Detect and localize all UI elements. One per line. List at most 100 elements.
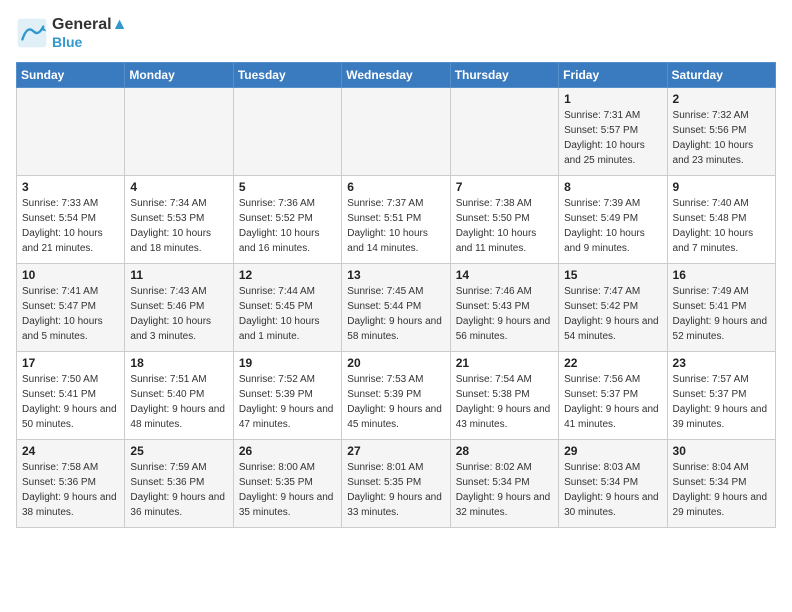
day-info: Sunrise: 7:54 AM Sunset: 5:38 PM Dayligh… bbox=[456, 372, 553, 432]
weekday-header-tuesday: Tuesday bbox=[233, 63, 341, 88]
day-number: 2 bbox=[673, 92, 770, 106]
day-number: 19 bbox=[239, 356, 336, 370]
day-number: 16 bbox=[673, 268, 770, 282]
day-number: 23 bbox=[673, 356, 770, 370]
day-info: Sunrise: 7:53 AM Sunset: 5:39 PM Dayligh… bbox=[347, 372, 444, 432]
day-info: Sunrise: 7:37 AM Sunset: 5:51 PM Dayligh… bbox=[347, 196, 444, 256]
calendar-cell bbox=[233, 88, 341, 176]
calendar-cell: 9 Sunrise: 7:40 AM Sunset: 5:48 PM Daylig… bbox=[667, 176, 775, 264]
calendar-cell: 23 Sunrise: 7:57 AM Sunset: 5:37 PM Dayli… bbox=[667, 352, 775, 440]
weekday-header-friday: Friday bbox=[559, 63, 667, 88]
day-info: Sunrise: 7:49 AM Sunset: 5:41 PM Dayligh… bbox=[673, 284, 770, 344]
day-info: Sunrise: 7:57 AM Sunset: 5:37 PM Dayligh… bbox=[673, 372, 770, 432]
calendar-cell bbox=[17, 88, 125, 176]
day-number: 3 bbox=[22, 180, 119, 194]
calendar-cell: 29 Sunrise: 8:03 AM Sunset: 5:34 PM Dayli… bbox=[559, 440, 667, 528]
day-info: Sunrise: 8:01 AM Sunset: 5:35 PM Dayligh… bbox=[347, 460, 444, 520]
calendar-cell: 28 Sunrise: 8:02 AM Sunset: 5:34 PM Dayli… bbox=[450, 440, 558, 528]
calendar-cell: 11Sunrise: 7:43 AM Sunset: 5:46 PM Dayli… bbox=[125, 264, 233, 352]
day-number: 10 bbox=[22, 268, 119, 282]
calendar-cell: 20Sunrise: 7:53 AM Sunset: 5:39 PM Dayli… bbox=[342, 352, 450, 440]
day-info: Sunrise: 7:56 AM Sunset: 5:37 PM Dayligh… bbox=[564, 372, 661, 432]
day-info: Sunrise: 8:00 AM Sunset: 5:35 PM Dayligh… bbox=[239, 460, 336, 520]
calendar-week-2: 3 Sunrise: 7:33 AM Sunset: 5:54 PM Daylig… bbox=[17, 176, 776, 264]
calendar-cell: 17Sunrise: 7:50 AM Sunset: 5:41 PM Dayli… bbox=[17, 352, 125, 440]
weekday-header-sunday: Sunday bbox=[17, 63, 125, 88]
day-info: Sunrise: 7:58 AM Sunset: 5:36 PM Dayligh… bbox=[22, 460, 119, 520]
calendar-header: SundayMondayTuesdayWednesdayThursdayFrid… bbox=[17, 63, 776, 88]
day-number: 9 bbox=[673, 180, 770, 194]
calendar-week-5: 24 Sunrise: 7:58 AM Sunset: 5:36 PM Dayli… bbox=[17, 440, 776, 528]
day-number: 11 bbox=[130, 268, 227, 282]
calendar-cell: 14 Sunrise: 7:46 AM Sunset: 5:43 PM Dayli… bbox=[450, 264, 558, 352]
day-number: 29 bbox=[564, 444, 661, 458]
day-number: 14 bbox=[456, 268, 553, 282]
calendar-cell: 16 Sunrise: 7:49 AM Sunset: 5:41 PM Dayli… bbox=[667, 264, 775, 352]
calendar-cell: 1Sunrise: 7:31 AM Sunset: 5:57 PM Daylig… bbox=[559, 88, 667, 176]
day-info: Sunrise: 7:40 AM Sunset: 5:48 PM Dayligh… bbox=[673, 196, 770, 256]
calendar-cell: 25 Sunrise: 7:59 AM Sunset: 5:36 PM Dayli… bbox=[125, 440, 233, 528]
calendar-cell: 30 Sunrise: 8:04 AM Sunset: 5:34 PM Dayli… bbox=[667, 440, 775, 528]
calendar-cell bbox=[450, 88, 558, 176]
calendar-cell: 2 Sunrise: 7:32 AM Sunset: 5:56 PM Daylig… bbox=[667, 88, 775, 176]
day-info: Sunrise: 7:52 AM Sunset: 5:39 PM Dayligh… bbox=[239, 372, 336, 432]
calendar-cell: 7Sunrise: 7:38 AM Sunset: 5:50 PM Daylig… bbox=[450, 176, 558, 264]
calendar-cell: 4 Sunrise: 7:34 AM Sunset: 5:53 PM Daylig… bbox=[125, 176, 233, 264]
day-info: Sunrise: 7:46 AM Sunset: 5:43 PM Dayligh… bbox=[456, 284, 553, 344]
day-info: Sunrise: 7:59 AM Sunset: 5:36 PM Dayligh… bbox=[130, 460, 227, 520]
day-number: 12 bbox=[239, 268, 336, 282]
day-info: Sunrise: 8:02 AM Sunset: 5:34 PM Dayligh… bbox=[456, 460, 553, 520]
day-number: 18 bbox=[130, 356, 227, 370]
weekday-header-wednesday: Wednesday bbox=[342, 63, 450, 88]
day-number: 21 bbox=[456, 356, 553, 370]
day-number: 27 bbox=[347, 444, 444, 458]
day-info: Sunrise: 7:33 AM Sunset: 5:54 PM Dayligh… bbox=[22, 196, 119, 256]
calendar-week-1: 1Sunrise: 7:31 AM Sunset: 5:57 PM Daylig… bbox=[17, 88, 776, 176]
calendar-cell bbox=[342, 88, 450, 176]
day-info: Sunrise: 7:51 AM Sunset: 5:40 PM Dayligh… bbox=[130, 372, 227, 432]
day-info: Sunrise: 7:39 AM Sunset: 5:49 PM Dayligh… bbox=[564, 196, 661, 256]
day-info: Sunrise: 7:44 AM Sunset: 5:45 PM Dayligh… bbox=[239, 284, 336, 344]
calendar-cell: 26 Sunrise: 8:00 AM Sunset: 5:35 PM Dayli… bbox=[233, 440, 341, 528]
day-info: Sunrise: 7:45 AM Sunset: 5:44 PM Dayligh… bbox=[347, 284, 444, 344]
day-number: 17 bbox=[22, 356, 119, 370]
day-number: 8 bbox=[564, 180, 661, 194]
calendar-cell: 6Sunrise: 7:37 AM Sunset: 5:51 PM Daylig… bbox=[342, 176, 450, 264]
day-info: Sunrise: 8:03 AM Sunset: 5:34 PM Dayligh… bbox=[564, 460, 661, 520]
page-header: General▲ Blue bbox=[16, 16, 776, 50]
day-info: Sunrise: 7:47 AM Sunset: 5:42 PM Dayligh… bbox=[564, 284, 661, 344]
logo: General▲ Blue bbox=[16, 16, 127, 50]
logo-text: General▲ Blue bbox=[52, 16, 127, 50]
day-info: Sunrise: 7:41 AM Sunset: 5:47 PM Dayligh… bbox=[22, 284, 119, 344]
calendar-cell: 3 Sunrise: 7:33 AM Sunset: 5:54 PM Daylig… bbox=[17, 176, 125, 264]
calendar-week-4: 17Sunrise: 7:50 AM Sunset: 5:41 PM Dayli… bbox=[17, 352, 776, 440]
day-number: 28 bbox=[456, 444, 553, 458]
day-info: Sunrise: 7:38 AM Sunset: 5:50 PM Dayligh… bbox=[456, 196, 553, 256]
calendar-cell: 8 Sunrise: 7:39 AM Sunset: 5:49 PM Daylig… bbox=[559, 176, 667, 264]
day-number: 24 bbox=[22, 444, 119, 458]
day-number: 26 bbox=[239, 444, 336, 458]
calendar-week-3: 10 Sunrise: 7:41 AM Sunset: 5:47 PM Dayli… bbox=[17, 264, 776, 352]
day-number: 5 bbox=[239, 180, 336, 194]
day-info: Sunrise: 8:04 AM Sunset: 5:34 PM Dayligh… bbox=[673, 460, 770, 520]
day-info: Sunrise: 7:34 AM Sunset: 5:53 PM Dayligh… bbox=[130, 196, 227, 256]
calendar-cell: 18 Sunrise: 7:51 AM Sunset: 5:40 PM Dayli… bbox=[125, 352, 233, 440]
calendar-cell: 12 Sunrise: 7:44 AM Sunset: 5:45 PM Dayli… bbox=[233, 264, 341, 352]
day-number: 25 bbox=[130, 444, 227, 458]
day-number: 15 bbox=[564, 268, 661, 282]
calendar-cell: 27 Sunrise: 8:01 AM Sunset: 5:35 PM Dayli… bbox=[342, 440, 450, 528]
weekday-header-monday: Monday bbox=[125, 63, 233, 88]
calendar-cell: 15 Sunrise: 7:47 AM Sunset: 5:42 PM Dayli… bbox=[559, 264, 667, 352]
calendar-table: SundayMondayTuesdayWednesdayThursdayFrid… bbox=[16, 62, 776, 528]
day-number: 30 bbox=[673, 444, 770, 458]
calendar-cell: 19 Sunrise: 7:52 AM Sunset: 5:39 PM Dayli… bbox=[233, 352, 341, 440]
weekday-header-saturday: Saturday bbox=[667, 63, 775, 88]
day-number: 4 bbox=[130, 180, 227, 194]
day-info: Sunrise: 7:36 AM Sunset: 5:52 PM Dayligh… bbox=[239, 196, 336, 256]
calendar-cell: 22Sunrise: 7:56 AM Sunset: 5:37 PM Dayli… bbox=[559, 352, 667, 440]
calendar-body: 1Sunrise: 7:31 AM Sunset: 5:57 PM Daylig… bbox=[17, 88, 776, 528]
day-info: Sunrise: 7:32 AM Sunset: 5:56 PM Dayligh… bbox=[673, 108, 770, 168]
calendar-cell: 13 Sunrise: 7:45 AM Sunset: 5:44 PM Dayli… bbox=[342, 264, 450, 352]
day-number: 13 bbox=[347, 268, 444, 282]
weekday-header-thursday: Thursday bbox=[450, 63, 558, 88]
